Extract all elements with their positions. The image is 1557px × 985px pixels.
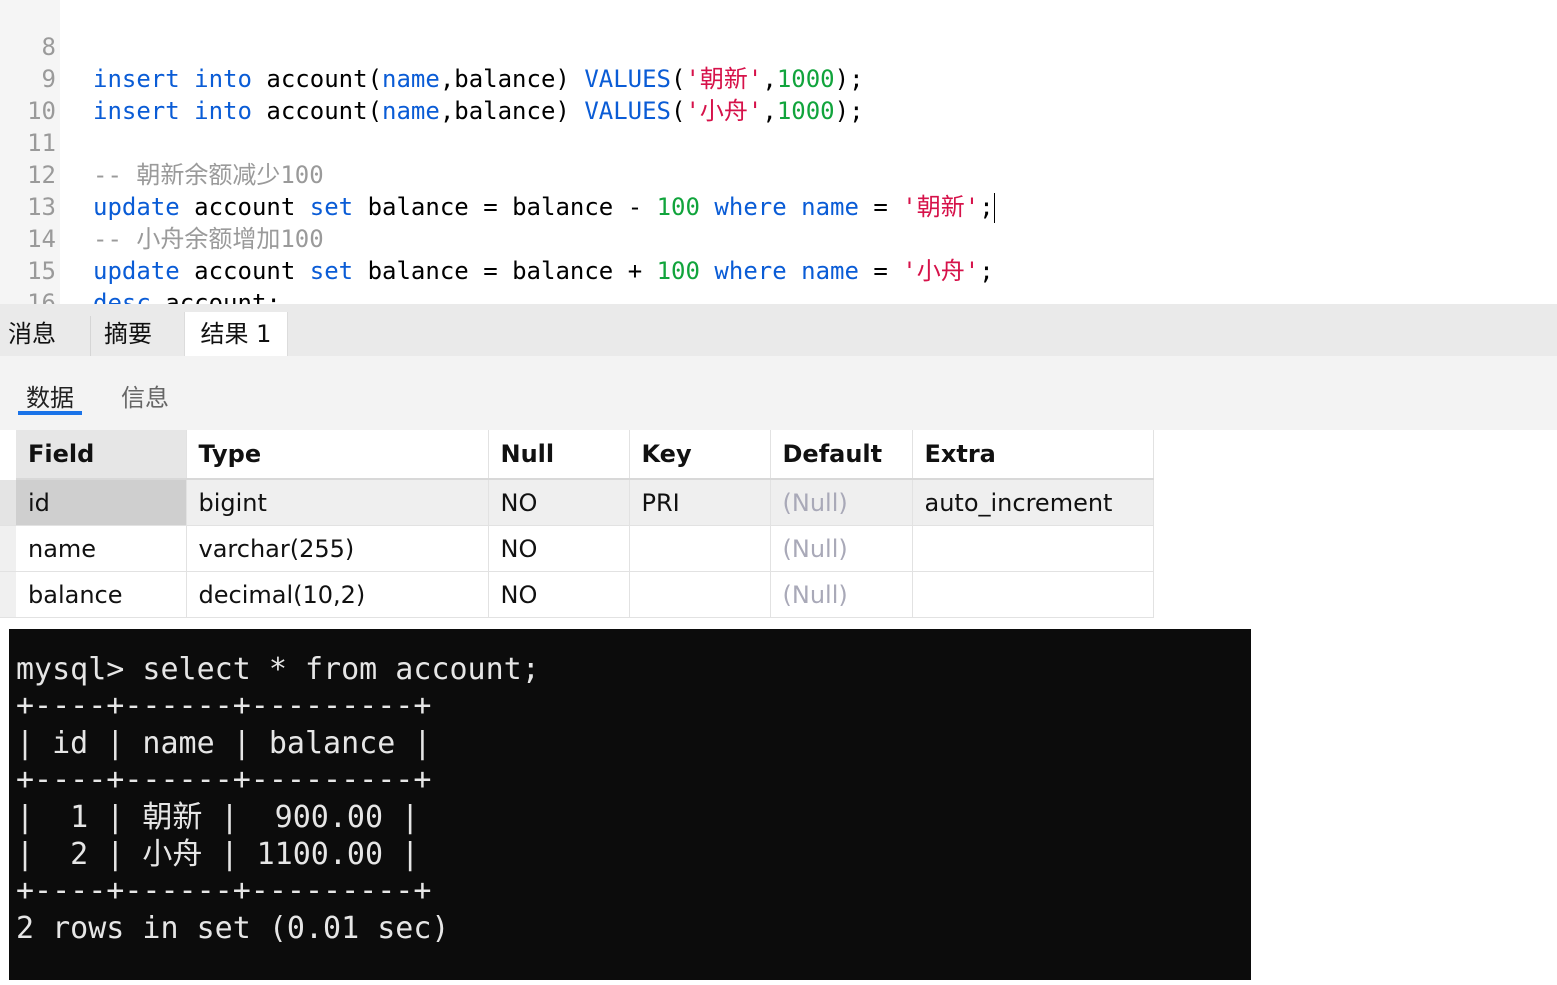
code-line: 8 insert into account(name,balance) VALU…	[0, 0, 1557, 93]
result-table: Field Type Null Key Default Extra id big…	[16, 430, 1154, 618]
terminal-line: 2 rows in set (0.01 sec)	[16, 911, 450, 946]
table-cell[interactable]: auto_increment	[912, 479, 1154, 526]
table-cell[interactable]	[629, 525, 771, 572]
row-header-corner	[0, 430, 16, 481]
tab-summary[interactable]: 摘要	[104, 304, 152, 356]
terminal-line: +----+------+---------+	[16, 688, 432, 723]
code-line: 10	[0, 63, 1557, 125]
table-cell[interactable]: bigint	[186, 479, 489, 526]
table-cell[interactable]: decimal(10,2)	[186, 571, 489, 618]
tab-result-1[interactable]: 结果 1	[184, 312, 288, 356]
code-line: 12 update account set balance = balance …	[0, 127, 1557, 223]
terminal-line: | id | name | balance |	[16, 726, 432, 761]
tab-divider	[90, 316, 91, 356]
column-header-default[interactable]: Default	[770, 430, 913, 480]
terminal-line: | 2 | 小舟 | 1100.00 |	[16, 837, 420, 872]
column-header-key[interactable]: Key	[629, 430, 771, 480]
table-row[interactable]: balance decimal(10,2) NO (Null)	[16, 571, 1154, 618]
terminal-line: +----+------+---------+	[16, 873, 432, 908]
table-cell[interactable]	[912, 525, 1154, 572]
subtab-info[interactable]: 信息	[121, 378, 169, 413]
column-header-null[interactable]: Null	[488, 430, 630, 480]
subtab-data[interactable]: 数据	[26, 378, 74, 413]
row-selector[interactable]	[0, 572, 16, 618]
terminal-line: +----+------+---------+	[16, 762, 432, 797]
table-cell[interactable]: NO	[488, 479, 630, 526]
table-cell[interactable]: id	[16, 479, 187, 526]
column-header-extra[interactable]: Extra	[912, 430, 1154, 480]
table-cell[interactable]: balance	[16, 571, 187, 618]
sql-editor[interactable]: 8 insert into account(name,balance) VALU…	[0, 0, 1557, 317]
result-grid-area: Field Type Null Key Default Extra id big…	[0, 430, 1557, 630]
table-cell[interactable]: NO	[488, 525, 630, 572]
row-selector[interactable]	[0, 526, 16, 572]
code-line: 9 insert into account(name,balance) VALU…	[0, 31, 1557, 125]
table-cell[interactable]: (Null)	[770, 525, 913, 572]
table-cell[interactable]	[912, 571, 1154, 618]
column-header-field[interactable]: Field	[16, 430, 187, 480]
terminal-line: mysql> select * from account;	[16, 652, 540, 687]
table-cell[interactable]: NO	[488, 571, 630, 618]
table-row[interactable]: name varchar(255) NO (Null)	[16, 525, 1154, 572]
code-line: 11 -- 朝新余额减少100	[0, 95, 1557, 189]
row-selector[interactable]	[0, 480, 16, 526]
mysql-terminal[interactable]: mysql> select * from account; +----+----…	[9, 629, 1251, 980]
code-line: 16	[0, 255, 1557, 317]
result-sub-tabs: 数据 信息	[0, 356, 1557, 430]
active-subtab-indicator	[18, 411, 82, 415]
table-cell[interactable]: (Null)	[770, 571, 913, 618]
result-tab-bar: 消息 摘要 结果 1	[0, 304, 1557, 356]
terminal-line: | 1 | 朝新 | 900.00 |	[16, 800, 420, 835]
tab-messages[interactable]: 消息	[8, 304, 56, 356]
table-cell[interactable]	[629, 571, 771, 618]
code-line: 15 desc account;	[0, 223, 1557, 317]
table-header-row: Field Type Null Key Default Extra	[16, 430, 1154, 480]
code-line: 13 -- 小舟余额增加100	[0, 159, 1557, 253]
code-line: 14 update account set balance = balance …	[0, 191, 1557, 285]
table-row[interactable]: id bigint NO PRI (Null) auto_increment	[16, 479, 1154, 526]
table-cell[interactable]: PRI	[629, 479, 771, 526]
table-cell[interactable]: varchar(255)	[186, 525, 489, 572]
table-cell[interactable]: (Null)	[770, 479, 913, 526]
column-header-type[interactable]: Type	[186, 430, 489, 480]
table-cell[interactable]: name	[16, 525, 187, 572]
